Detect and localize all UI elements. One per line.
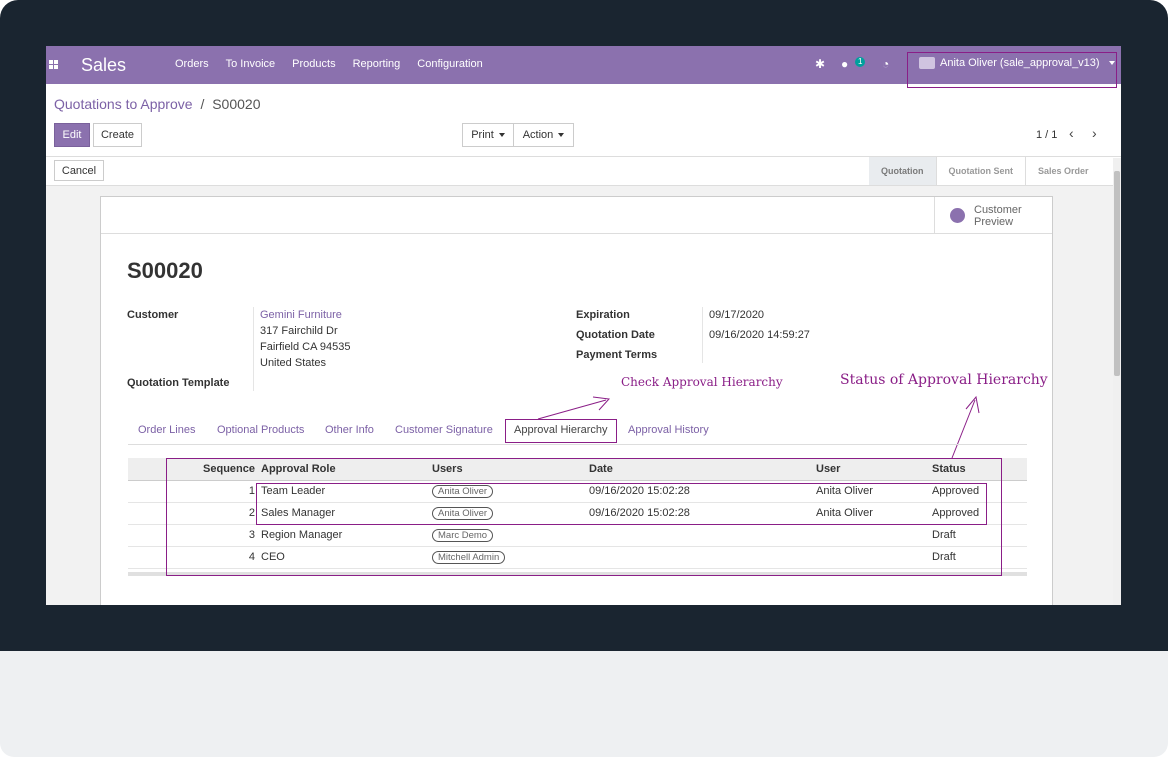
tab-optional-products[interactable]: Optional Products — [217, 424, 304, 436]
annotation-check-hierarchy: Check Approval Hierarchy — [621, 375, 783, 389]
create-label: Create — [100, 129, 135, 141]
app-brand[interactable]: Sales — [81, 55, 126, 76]
quotation-template-label: Quotation Template — [127, 377, 230, 389]
message-count-badge: 1 — [855, 57, 866, 67]
active-tab-highlight — [505, 419, 617, 443]
menu-products[interactable]: Products — [292, 58, 335, 70]
chevron-down-icon — [558, 133, 565, 137]
globe-icon — [950, 208, 965, 223]
messages-icon[interactable]: ● — [841, 57, 848, 71]
chevron-right-icon[interactable]: › — [1092, 125, 1097, 141]
edit-button[interactable]: Edit — [54, 123, 90, 147]
chevron-down-icon — [498, 133, 505, 137]
apps-menu-icon[interactable] — [49, 60, 59, 70]
notebook-tabs: Order Lines Optional Products Other Info… — [128, 419, 1027, 445]
breadcrumb-current: S00020 — [212, 96, 261, 112]
customer-label: Customer — [127, 309, 179, 321]
main-menu: Orders To Invoice Products Reporting Con… — [175, 58, 500, 70]
preview-line2: Preview — [974, 216, 1014, 228]
payment-terms-label: Payment Terms — [576, 349, 658, 361]
tab-other-info[interactable]: Other Info — [325, 424, 374, 436]
customer-link[interactable]: Gemini Furniture — [260, 309, 342, 321]
scrollbar-thumb[interactable] — [1114, 171, 1120, 376]
breadcrumb-separator: / — [200, 96, 205, 112]
cancel-button[interactable]: Cancel — [54, 160, 104, 181]
tab-approval-history[interactable]: Approval History — [628, 424, 709, 436]
menu-orders[interactable]: Orders — [175, 58, 209, 70]
customer-preview-label: Customer Preview — [974, 204, 1022, 228]
tab-customer-signature[interactable]: Customer Signature — [395, 424, 493, 436]
address-line2: Fairfield CA 94535 — [260, 341, 351, 353]
status-step-sales-order[interactable]: Sales Order — [1026, 157, 1101, 185]
menu-configuration[interactable]: Configuration — [417, 58, 482, 70]
print-label: Print — [471, 129, 494, 141]
breadcrumb-parent[interactable]: Quotations to Approve — [54, 96, 193, 112]
action-button[interactable]: Action — [513, 123, 574, 147]
app-screen: Sales Orders To Invoice Products Reporti… — [46, 46, 1121, 605]
order-title: S00020 — [127, 258, 203, 283]
quotation-date-label: Quotation Date — [576, 329, 655, 341]
pager-value[interactable]: 1 / 1 — [1036, 129, 1057, 141]
monitor-stand — [0, 651, 1168, 757]
status-pipeline: Quotation Quotation Sent Sales Order — [869, 157, 1101, 185]
expiration-value: 09/17/2020 — [709, 309, 765, 321]
preview-line1: Customer — [974, 204, 1022, 216]
activity-clock-icon[interactable]: ◔ — [882, 57, 889, 71]
expiration-label: Expiration — [576, 309, 630, 321]
field-divider — [253, 307, 254, 391]
address-line3: United States — [260, 357, 327, 369]
print-button[interactable]: Print — [462, 123, 514, 147]
arrow-line — [537, 399, 607, 420]
breadcrumb: Quotations to Approve / S00020 — [54, 96, 261, 112]
cancel-label: Cancel — [61, 164, 97, 177]
status-step-sent[interactable]: Quotation Sent — [936, 157, 1025, 185]
field-divider — [702, 307, 703, 363]
create-button[interactable]: Create — [93, 123, 142, 147]
debug-bug-icon[interactable]: ✱ — [815, 57, 825, 71]
chevron-left-icon[interactable]: ‹ — [1069, 125, 1074, 141]
annotation-status-hierarchy: Status of Approval Hierarchy — [840, 372, 1048, 388]
action-label: Action — [522, 129, 554, 141]
customer-preview-button[interactable]: Customer Preview — [934, 197, 1052, 234]
button-box: Customer Preview — [101, 197, 1052, 234]
tab-order-lines[interactable]: Order Lines — [138, 424, 195, 436]
status-step-quotation[interactable]: Quotation — [869, 157, 936, 185]
menu-to-invoice[interactable]: To Invoice — [226, 58, 276, 70]
address-line1: 317 Fairchild Dr — [260, 325, 338, 337]
menu-reporting[interactable]: Reporting — [353, 58, 401, 70]
form-sheet: Customer Preview S00020 Customer Gemini … — [100, 196, 1053, 605]
approved-rows-highlight — [256, 483, 987, 525]
arrow-head — [592, 396, 611, 411]
arrow-head — [965, 395, 980, 414]
quotation-date-value: 09/16/2020 14:59:27 — [709, 329, 810, 341]
user-highlight-box — [907, 52, 1117, 88]
